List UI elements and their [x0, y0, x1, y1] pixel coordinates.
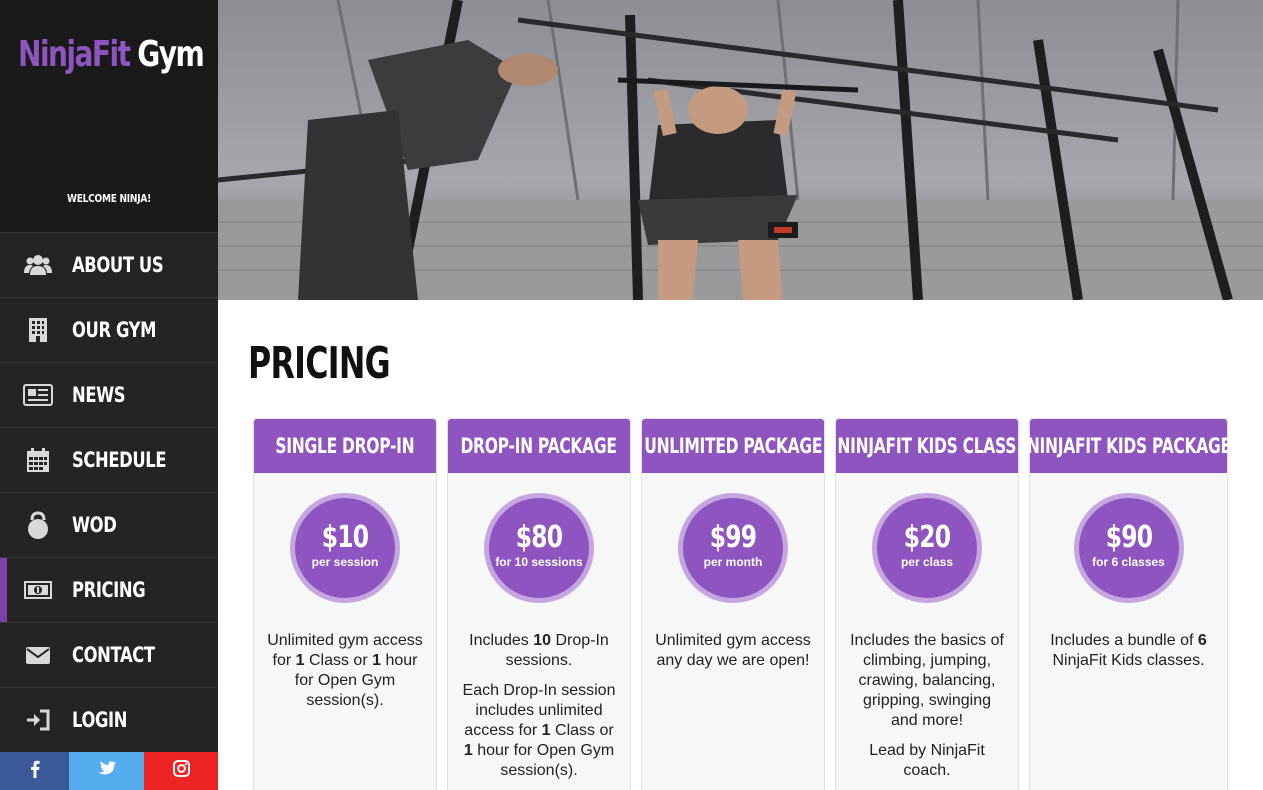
nav-label-login: LOGIN — [72, 708, 128, 732]
description-paragraph: Unlimited gym access any day we are open… — [655, 632, 811, 669]
pricing-card-ninjafit-kids-class: NINJAFIT KIDS CLASS $20 per class Includ… — [835, 418, 1019, 790]
logo-ninja: Ninja — [18, 34, 93, 75]
sidebar: NinjaFit Gym WELCOME NINJA! ABOUT US OUR … — [0, 0, 218, 790]
card-header: UNLIMITED PACKAGE — [642, 419, 824, 473]
price-value: $99 — [709, 520, 757, 555]
page-title: PRICING — [248, 338, 391, 389]
nav-label-news: NEWS — [72, 383, 126, 407]
logo[interactable]: NinjaFit Gym — [18, 34, 205, 75]
logo-gym: Gym — [137, 34, 204, 75]
price-value: $80 — [515, 520, 563, 555]
money-icon — [20, 576, 56, 604]
nav-item-news[interactable]: NEWS — [0, 362, 218, 427]
card-description: Includes 10 Drop-In sessions. Each Drop-… — [460, 631, 618, 790]
nav-item-wod[interactable]: WOD — [0, 492, 218, 557]
instagram-icon — [172, 760, 190, 782]
description-paragraph: Includes a bundle of 6 NinjaFit Kids cla… — [1050, 632, 1207, 669]
instagram-button[interactable] — [144, 752, 218, 790]
card-description: Unlimited gym access any day we are open… — [654, 631, 812, 681]
nav-item-about-us[interactable]: ABOUT US — [0, 232, 218, 297]
newspaper-icon — [20, 381, 56, 409]
nav-item-our-gym[interactable]: OUR GYM — [0, 297, 218, 362]
price-value: $20 — [903, 520, 951, 555]
main-content: PRICING SINGLE DROP-IN $10 per session U… — [218, 300, 1263, 790]
pricing-card-unlimited-package: UNLIMITED PACKAGE $99 per month Unlimite… — [641, 418, 825, 790]
nav-label-pricing: PRICING — [72, 578, 146, 602]
price-period: for 10 sessions — [495, 555, 583, 569]
price-period: per month — [703, 555, 763, 569]
pricing-card-drop-in-package: DROP-IN PACKAGE $80 for 10 sessions Incl… — [447, 418, 631, 790]
facebook-icon — [30, 760, 40, 783]
card-header: NINJAFIT KIDS PACKAGE — [1027, 419, 1231, 473]
price-badge: $80 for 10 sessions — [484, 493, 594, 603]
card-description: Includes the basics of climbing, jumping… — [848, 631, 1006, 790]
nav-item-schedule[interactable]: SCHEDULE — [0, 427, 218, 492]
price-badge: $90 for 6 classes — [1073, 493, 1184, 603]
nav-label-contact: CONTACT — [72, 643, 155, 667]
nav-item-pricing[interactable]: PRICING — [0, 557, 218, 622]
envelope-icon — [20, 641, 56, 669]
twitter-button[interactable] — [69, 752, 144, 790]
nav-label-schedule: SCHEDULE — [72, 448, 167, 472]
social-links — [0, 752, 218, 790]
description-paragraph: Includes the basics of climbing, jumping… — [850, 632, 1004, 729]
price-value: $90 — [1105, 520, 1152, 555]
price-period: for 6 classes — [1092, 555, 1165, 569]
twitter-icon — [98, 761, 116, 781]
nav-item-login[interactable]: LOGIN — [0, 687, 218, 752]
nav-label-wod: WOD — [72, 513, 117, 537]
description-paragraph: Unlimited gym access for 1 Class or 1 ho… — [267, 632, 423, 709]
logo-fit: Fit — [91, 34, 131, 75]
kettlebell-icon — [20, 511, 56, 539]
card-title: NINJAFIT KIDS CLASS — [837, 434, 1017, 458]
price-value: $10 — [321, 520, 369, 555]
card-title: UNLIMITED PACKAGE — [644, 434, 822, 458]
card-description: Includes a bundle of 6 NinjaFit Kids cla… — [1042, 631, 1215, 681]
calendar-icon — [20, 446, 56, 474]
price-badge: $20 per class — [872, 493, 982, 603]
price-badge: $99 per month — [678, 493, 788, 603]
users-icon — [20, 251, 56, 279]
facebook-button[interactable] — [0, 752, 69, 790]
card-description: Unlimited gym access for 1 Class or 1 ho… — [266, 631, 424, 721]
card-title: NINJAFIT KIDS PACKAGE — [1026, 434, 1231, 458]
building-icon — [20, 316, 56, 344]
card-title: SINGLE DROP-IN — [275, 434, 415, 458]
description-paragraph: Lead by NinjaFit coach. — [869, 742, 985, 779]
card-header: NINJAFIT KIDS CLASS — [836, 419, 1018, 473]
welcome-text: WELCOME NINJA! — [67, 192, 151, 205]
sign-in-icon — [20, 706, 56, 734]
card-header: SINGLE DROP-IN — [254, 419, 436, 473]
brand-area: NinjaFit Gym WELCOME NINJA! — [0, 0, 218, 232]
card-header: DROP-IN PACKAGE — [448, 419, 630, 473]
price-period: per session — [311, 555, 379, 569]
nav-item-contact[interactable]: CONTACT — [0, 622, 218, 687]
card-title: DROP-IN PACKAGE — [460, 434, 618, 458]
pricing-card-single-drop-in: SINGLE DROP-IN $10 per session Unlimited… — [253, 418, 437, 790]
hero-image — [218, 0, 1263, 300]
description-paragraph: Each Drop-In session includes unlimited … — [462, 682, 616, 779]
price-badge: $10 per session — [290, 493, 400, 603]
nav-label-about-us: ABOUT US — [72, 253, 164, 277]
nav-label-our-gym: OUR GYM — [72, 318, 157, 342]
pricing-card-ninjafit-kids-package: NINJAFIT KIDS PACKAGE $90 for 6 classes … — [1027, 418, 1231, 790]
description-paragraph: Includes 10 Drop-In sessions. — [469, 632, 609, 669]
price-period: per class — [900, 555, 954, 569]
